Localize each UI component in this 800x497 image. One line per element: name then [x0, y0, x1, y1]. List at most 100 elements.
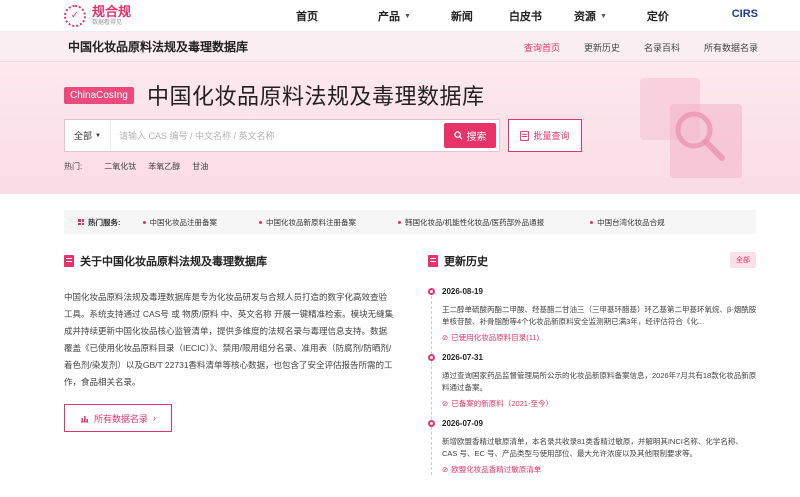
hero-title: 中国化妆品原料法规及毒理数据库 [147, 84, 485, 109]
link-icon: ⊘ [442, 465, 449, 474]
subnav-link-3[interactable]: 所有数据名录 [704, 41, 758, 54]
sub-nav: 查询首页 更新历史 名录百科 所有数据名录 [524, 32, 758, 62]
link-icon: ⊘ [442, 399, 449, 408]
service-link-2[interactable]: 韩国化妆品/机能性化妆品/医药部外品通报 [398, 217, 544, 228]
all-catalog-label: 所有数据名录 [93, 413, 148, 424]
history-summary: 通过查询国家药品监督管理局所公示的化妆品新原料备案信息，2026年7月共有18款… [442, 371, 757, 392]
chevron-down-icon: ▼ [599, 12, 607, 20]
history-entry: 2026-07-31 通过查询国家药品监督管理局所公示的化妆品新原料备案信息，20… [428, 353, 758, 409]
hero-tag-badge: ChinaCosIng [64, 87, 134, 104]
service-link-1[interactable]: 中国化妆品新原料注册备案 [259, 217, 356, 228]
search-icon [453, 131, 463, 140]
nav-item-1[interactable]: 产品 ▼ [378, 8, 411, 24]
bullet-icon [259, 220, 262, 224]
history-title: 更新历史 [428, 253, 758, 269]
bullet-icon [398, 220, 401, 224]
chart-icon [80, 415, 88, 422]
history-all-button[interactable]: 全部 [730, 252, 756, 268]
search-scope-value: 全部 [74, 131, 93, 141]
about-description: 中国化妆品原料法规及毒理数据库是专为化妆品研发与合规人员打造的数字化高效查验工具… [64, 292, 394, 387]
search-button[interactable]: 搜索 [444, 123, 496, 148]
bullet-icon [590, 220, 594, 224]
hot-search-item[interactable]: 二氧化钛 [104, 161, 136, 172]
timeline-dot-icon [428, 288, 435, 295]
main-nav: 首页 产品 ▼ 新闻 白皮书 资源 ▼ 定价 [296, 0, 669, 32]
history-link-label: 已备案的新原料（2021-至今） [451, 399, 553, 408]
timeline-dot-icon [428, 420, 435, 427]
search-input[interactable] [111, 120, 444, 151]
top-navbar: ✓ 规合规 数据看得见 首页 产品 ▼ 新闻 白皮书 资源 ▼ 定价 CIRS [0, 0, 800, 32]
logo-mark-icon: ✓ [64, 4, 86, 27]
chevron-right-icon: › [153, 413, 156, 423]
timeline-dot-icon [428, 354, 435, 361]
history-date: 2026-08-19 [442, 287, 483, 296]
nav-item-label: 白皮书 [508, 11, 542, 23]
link-icon: ⊘ [442, 333, 449, 342]
subnav-link-2[interactable]: 名录百科 [644, 41, 680, 54]
nav-item-label: 产品 [378, 11, 400, 23]
update-history-section: 更新历史 全部 2026-08-19 王二醇单硫酸丙酯二甲酸、羟基醋二甘油三（三甲… [428, 252, 758, 485]
about-title: 关于中国化妆品原料法规及毒理数据库 [64, 253, 394, 269]
nav-item-5[interactable]: 定价 [647, 8, 669, 24]
batch-query-button[interactable]: 批量查询 [508, 119, 582, 152]
service-link-label: 中国台湾化妆品合规 [597, 217, 665, 227]
nav-item-3[interactable]: 白皮书 [509, 8, 542, 24]
about-section: 关于中国化妆品原料法规及毒理数据库 中国化妆品原料法规及毒理数据库是专为化妆品研… [64, 253, 394, 432]
hot-search-item[interactable]: 甘油 [192, 161, 208, 172]
chevron-down-icon: ▼ [95, 132, 101, 139]
history-link[interactable]: ⊘ 已使用化妆品原料目录(11) [442, 332, 758, 343]
logo-tagline: 数据看得见 [92, 20, 123, 26]
services-label-text: 热门服务: [88, 217, 121, 227]
history-timeline: 2026-08-19 王二醇单硫酸丙酯二甲酸、羟基醋二甘油三（三甲基环醋基）环乙基… [428, 287, 758, 475]
calendar-icon [428, 255, 438, 267]
nav-item-label: 新闻 [450, 11, 473, 23]
history-title-text: 更新历史 [444, 256, 488, 268]
batch-query-label: 批量查询 [533, 131, 570, 141]
nav-item-4[interactable]: 资源 ▼ [574, 8, 607, 24]
about-title-text: 关于中国化妆品原料法规及毒理数据库 [80, 256, 267, 268]
nav-item-2[interactable]: 新闻 [451, 8, 473, 24]
bullet-icon [142, 220, 146, 224]
hot-services-bar: 热门服务: 中国化妆品注册备案 中国化妆品新原料注册备案 韩国化妆品/机能性化妆品/… [64, 210, 756, 234]
document-icon [520, 130, 530, 141]
history-link-label: 已使用化妆品原料目录(11) [451, 333, 540, 342]
history-link-label: 欧盟化妆品香精过敏原清单 [451, 465, 542, 474]
nav-item-label: 定价 [646, 11, 669, 23]
history-link[interactable]: ⊘ 已备案的新原料（2021-至今） [442, 398, 758, 409]
sub-header: 中国化妆品原料法规及毒理数据库 查询首页 更新历史 名录百科 所有数据名录 [0, 32, 800, 62]
database-title: 中国化妆品原料法规及毒理数据库 [68, 40, 249, 54]
service-link-3[interactable]: 中国台湾化妆品合规 [590, 217, 665, 228]
logo-name: 规合规 [92, 4, 132, 19]
chevron-down-icon: ▼ [404, 12, 411, 20]
history-date: 2026-07-31 [442, 353, 483, 362]
history-date: 2026-07-09 [442, 419, 483, 428]
grid-icon [78, 219, 84, 225]
service-link-0[interactable]: 中国化妆品注册备案 [142, 217, 218, 228]
book-icon [64, 255, 74, 267]
all-catalog-button[interactable]: 所有数据名录 › [64, 404, 172, 432]
hero-section: ChinaCosIng 中国化妆品原料法规及毒理数据库 全部 ▼ 搜索 批量查询… [0, 62, 800, 194]
hot-label: 热门: [64, 162, 83, 171]
hot-searches: 热门: 二氧化钛 苯氧乙醇 甘油 [64, 161, 208, 172]
history-entry: 2026-07-09 新增欧盟香精过敏原清单，本名录共收录81类香精过敏原，并解明… [428, 419, 758, 475]
search-illustration-icon [640, 78, 742, 178]
brand-logo[interactable]: ✓ 规合规 数据看得见 [64, 4, 132, 27]
nav-item-0[interactable]: 首页 [296, 8, 318, 24]
search-scope-select[interactable]: 全部 ▼ [65, 120, 111, 151]
history-link[interactable]: ⊘ 欧盟化妆品香精过敏原清单 [442, 464, 758, 475]
service-link-label: 中国化妆品新原料注册备案 [266, 217, 356, 227]
partner-logo[interactable]: CIRS [732, 8, 758, 20]
history-summary: 王二醇单硫酸丙酯二甲酸、羟基醋二甘油三（三甲基环醋基）环乙基第二甲基环氧烷、β-… [442, 305, 757, 326]
search-bar: 全部 ▼ 搜索 [64, 119, 500, 152]
history-summary: 新增欧盟香精过敏原清单，本名录共收录81类香精过敏原，并解明其INCI名称、化学… [442, 437, 743, 458]
nav-item-label: 资源 [573, 11, 596, 23]
service-link-label: 中国化妆品注册备案 [149, 217, 218, 227]
service-link-label: 韩国化妆品/机能性化妆品/医药部外品通报 [405, 217, 545, 227]
subnav-link-0[interactable]: 查询首页 [524, 41, 560, 54]
hot-search-item[interactable]: 苯氧乙醇 [148, 161, 180, 172]
search-button-label: 搜索 [466, 132, 487, 143]
nav-item-label: 首页 [296, 11, 318, 23]
history-entry: 2026-08-19 王二醇单硫酸丙酯二甲酸、羟基醋二甘油三（三甲基环醋基）环乙基… [428, 287, 758, 343]
subnav-link-1[interactable]: 更新历史 [584, 41, 620, 54]
services-label: 热门服务: [78, 217, 121, 228]
